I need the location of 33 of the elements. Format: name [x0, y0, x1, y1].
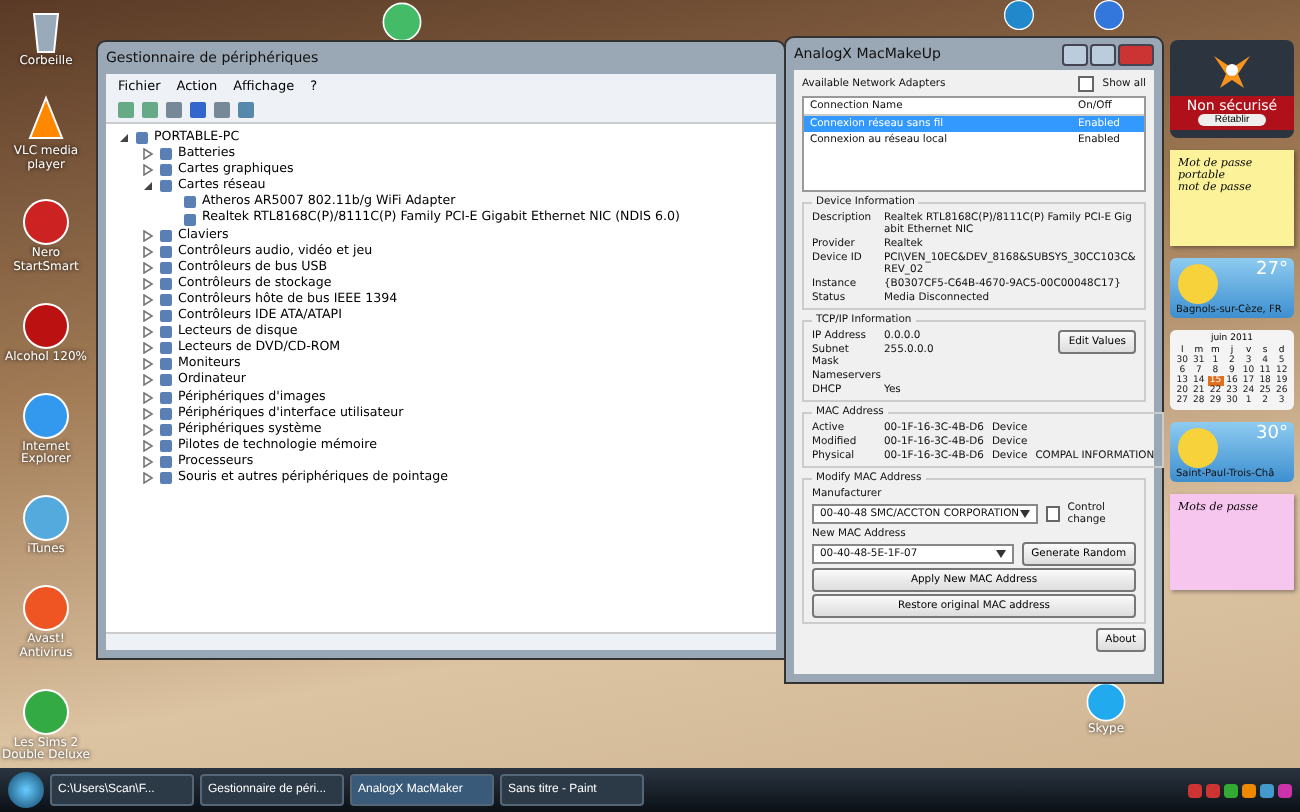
sun-icon	[1178, 264, 1218, 304]
expander-icon[interactable]	[142, 374, 154, 387]
caret-icon	[995, 550, 1006, 558]
expander-icon[interactable]	[142, 455, 154, 468]
start-button[interactable]	[8, 772, 44, 808]
close-button[interactable]	[1118, 43, 1154, 65]
expander-icon[interactable]	[142, 342, 154, 355]
expander-icon[interactable]	[142, 472, 154, 485]
checkbox[interactable]	[1078, 76, 1095, 92]
temperature: 27°	[1256, 260, 1288, 280]
temperature: 30°	[1256, 424, 1288, 444]
minimize-button[interactable]	[1062, 43, 1088, 65]
expander-icon[interactable]	[142, 164, 154, 177]
expander-icon[interactable]	[142, 326, 154, 339]
expander-icon[interactable]	[142, 180, 154, 193]
expander-icon[interactable]	[118, 132, 130, 145]
caret-icon	[1019, 510, 1030, 518]
expander-icon[interactable]	[142, 261, 154, 274]
sun-icon	[1178, 428, 1218, 468]
expander-icon[interactable]	[142, 407, 154, 420]
maximize-button[interactable]	[1090, 43, 1116, 65]
expander-icon[interactable]	[142, 277, 154, 290]
expander-icon[interactable]	[142, 229, 154, 242]
expander-icon[interactable]	[142, 245, 154, 258]
expander-icon[interactable]	[142, 439, 154, 452]
expander-icon[interactable]	[142, 293, 154, 306]
checkbox[interactable]	[1045, 506, 1060, 522]
expander-icon[interactable]	[142, 310, 154, 323]
expander-icon[interactable]	[142, 423, 154, 436]
disc-icon[interactable]	[20, 299, 72, 352]
expander-icon[interactable]	[142, 358, 154, 371]
expander-icon[interactable]	[142, 148, 154, 161]
expander-icon[interactable]	[142, 391, 154, 404]
